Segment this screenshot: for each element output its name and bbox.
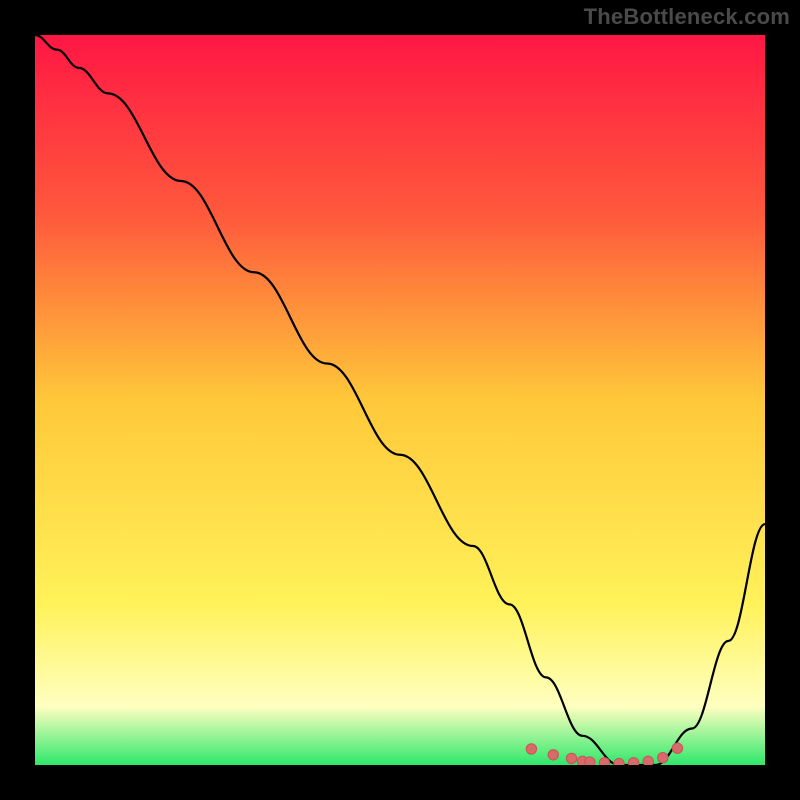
marker-point bbox=[566, 753, 576, 763]
marker-point bbox=[526, 744, 536, 754]
marker-point bbox=[628, 758, 638, 765]
chart-container: TheBottleneck.com bbox=[0, 0, 800, 800]
marker-point bbox=[585, 757, 595, 765]
marker-point bbox=[658, 753, 668, 763]
marker-point bbox=[548, 750, 558, 760]
bottleneck-chart bbox=[35, 35, 765, 765]
watermark-text: TheBottleneck.com bbox=[584, 4, 790, 30]
marker-point bbox=[599, 758, 609, 765]
plot-area bbox=[35, 35, 765, 765]
marker-point bbox=[643, 756, 653, 765]
gradient-background bbox=[35, 35, 765, 765]
marker-point bbox=[614, 758, 624, 765]
marker-point bbox=[672, 743, 682, 753]
